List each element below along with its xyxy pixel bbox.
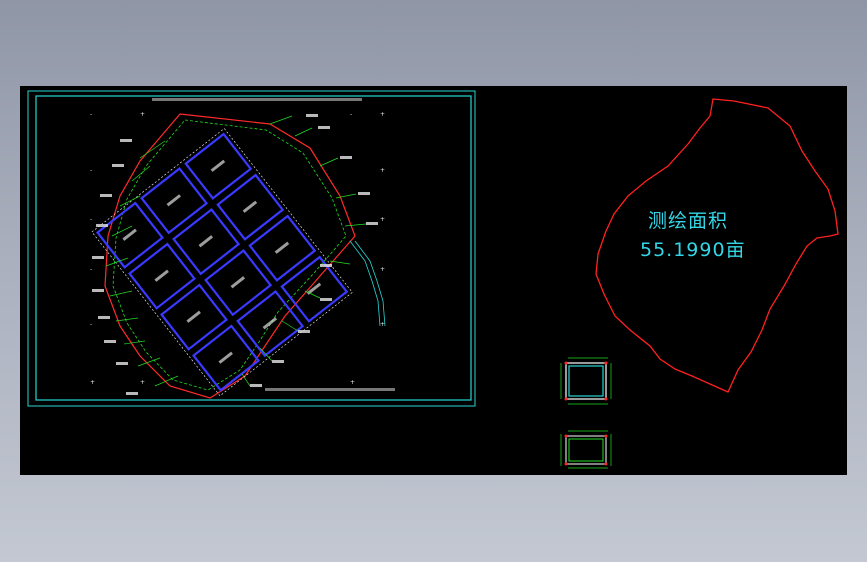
svg-text:+: + <box>350 379 355 386</box>
svg-text:+: + <box>380 321 385 328</box>
callout-tags <box>92 114 378 395</box>
svg-text:+: + <box>380 216 385 223</box>
svg-text:+: + <box>140 111 145 118</box>
survey-site-plan: - + - + - + - + - + - + + + + <box>90 111 386 399</box>
svg-text:+: + <box>380 266 385 273</box>
detail-section-2 <box>560 430 612 469</box>
svg-text:-: - <box>90 266 92 273</box>
svg-text:+: + <box>140 379 145 386</box>
cad-drawing-viewport[interactable]: - + - + - + - + - + - + + + + 测绘面积 55.19… <box>20 86 847 475</box>
area-title: 测绘面积 <box>648 210 729 232</box>
detail-section-1 <box>560 357 612 405</box>
sheet-header-text <box>152 98 395 391</box>
svg-text:-: - <box>350 111 352 118</box>
svg-text:+: + <box>380 111 385 118</box>
area-value: 55.1990亩 <box>640 239 746 261</box>
svg-text:+: + <box>380 167 385 174</box>
plot-grid <box>95 132 349 392</box>
svg-text:-: - <box>90 167 92 174</box>
svg-text:+: + <box>90 379 95 386</box>
svg-text:-: - <box>90 111 92 118</box>
cad-canvas: - + - + - + - + - + - + + + + <box>27 90 839 469</box>
svg-text:-: - <box>90 321 92 328</box>
svg-text:-: - <box>90 216 92 223</box>
